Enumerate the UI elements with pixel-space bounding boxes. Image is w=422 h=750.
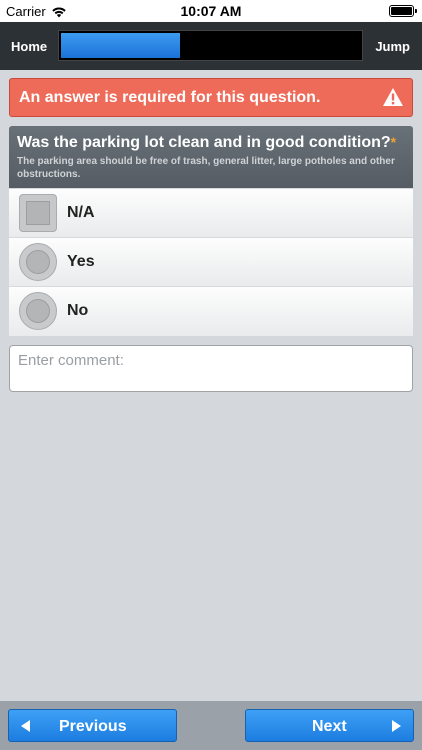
- previous-button[interactable]: Previous: [8, 709, 177, 742]
- battery-fill: [391, 7, 412, 15]
- progress-fill: [61, 33, 181, 58]
- arrow-left-icon: [21, 720, 30, 732]
- previous-label: Previous: [59, 718, 127, 735]
- option-label: N/A: [67, 204, 95, 221]
- comment-field[interactable]: [9, 345, 413, 392]
- nav-bar: Home Jump: [0, 22, 422, 70]
- checkbox-inner: [26, 201, 50, 225]
- radio-inner: [26, 299, 50, 323]
- required-star: *: [390, 134, 397, 150]
- question-text: Was the parking lot clean and in good co…: [17, 134, 391, 151]
- status-time: 10:07 AM: [180, 3, 242, 19]
- option-no[interactable]: No: [9, 287, 413, 336]
- na-checkbox[interactable]: [19, 194, 57, 232]
- next-label: Next: [312, 718, 347, 735]
- footer-bar: Previous Next: [0, 701, 422, 750]
- question-title: Was the parking lot clean and in good co…: [17, 134, 396, 152]
- warning-icon: [383, 88, 403, 106]
- home-button[interactable]: Home: [11, 39, 47, 54]
- required-alert: An answer is required for this question.: [9, 78, 413, 117]
- radio-inner: [26, 250, 50, 274]
- yes-radio[interactable]: [19, 243, 57, 281]
- arrow-right-icon: [392, 720, 401, 732]
- no-radio[interactable]: [19, 292, 57, 330]
- alert-message: An answer is required for this question.: [19, 89, 321, 106]
- option-yes[interactable]: Yes: [9, 238, 413, 287]
- option-na[interactable]: N/A: [9, 189, 413, 238]
- next-button[interactable]: Next: [245, 709, 414, 742]
- question-header: Was the parking lot clean and in good co…: [9, 126, 413, 188]
- status-bar: Carrier 10:07 AM: [0, 0, 422, 22]
- option-label: Yes: [67, 253, 95, 270]
- option-label: No: [67, 302, 89, 319]
- battery-icon: [389, 5, 417, 17]
- question-description: The parking area should be free of trash…: [17, 156, 395, 180]
- progress-bar: [58, 30, 363, 61]
- jump-button[interactable]: Jump: [375, 39, 410, 54]
